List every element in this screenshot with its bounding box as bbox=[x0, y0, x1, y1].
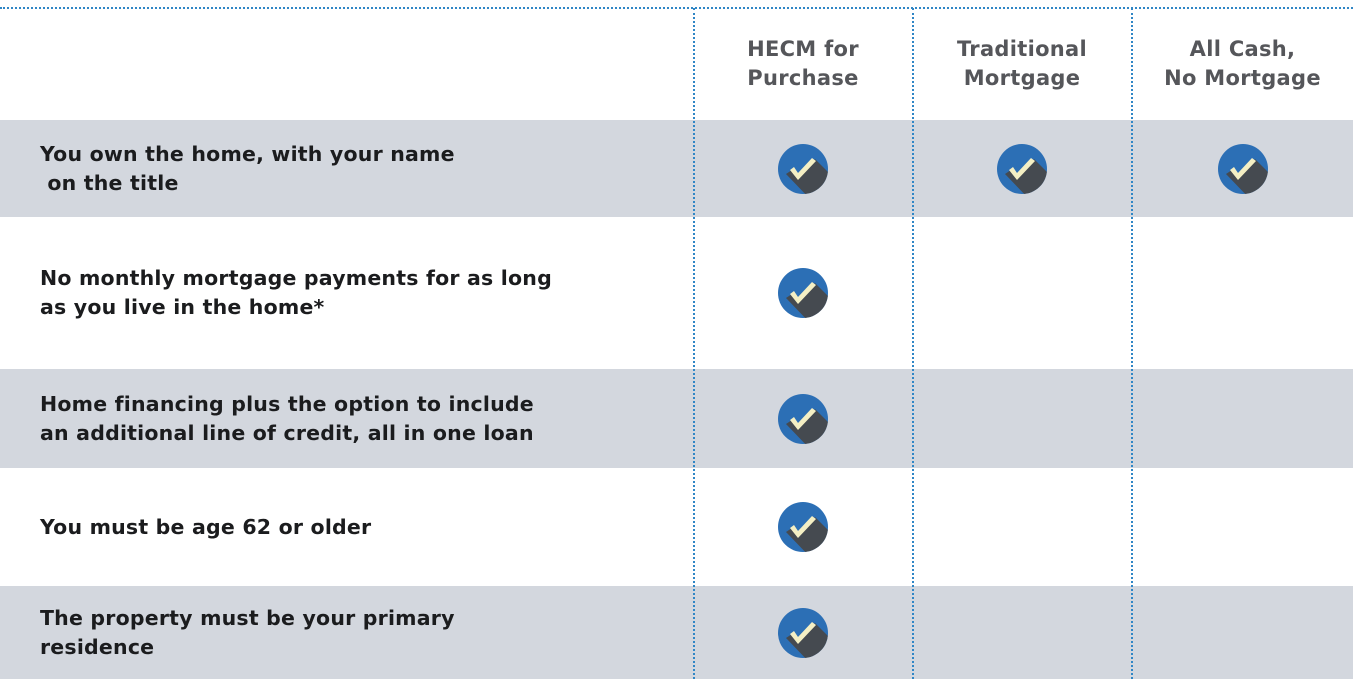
table-row: No monthly mortgage payments for as long… bbox=[0, 217, 1353, 369]
row-label: You own the home, with your name on the … bbox=[40, 141, 455, 195]
row-label: The property must be your primary reside… bbox=[40, 605, 455, 659]
table-row: You own the home, with your name on the … bbox=[0, 120, 1353, 217]
check-icon bbox=[1217, 143, 1268, 194]
row-label: Home financing plus the option to includ… bbox=[40, 391, 534, 445]
cell-all-cash bbox=[1132, 468, 1353, 586]
row-label: No monthly mortgage payments for as long… bbox=[40, 266, 552, 319]
column-header-all-cash: All Cash, No Mortgage bbox=[1164, 37, 1321, 90]
cell-all-cash bbox=[1132, 120, 1353, 217]
cell-traditional bbox=[913, 468, 1131, 586]
table-row: The property must be your primary reside… bbox=[0, 586, 1353, 679]
table-row: You must be age 62 or older bbox=[0, 468, 1353, 586]
cell-all-cash bbox=[1132, 217, 1353, 369]
cell-hecm bbox=[694, 468, 912, 586]
column-divider bbox=[693, 8, 695, 679]
check-icon bbox=[778, 607, 828, 658]
column-divider bbox=[1131, 8, 1133, 679]
cell-hecm bbox=[694, 369, 912, 468]
table-header: HECM for Purchase Traditional Mortgage A… bbox=[0, 8, 1353, 120]
cell-all-cash bbox=[1132, 369, 1353, 468]
cell-hecm bbox=[694, 217, 912, 369]
cell-hecm bbox=[694, 586, 912, 679]
cell-traditional bbox=[913, 120, 1131, 217]
cell-all-cash bbox=[1132, 586, 1353, 679]
check-icon bbox=[778, 393, 828, 444]
column-header-hecm: HECM for Purchase bbox=[747, 37, 859, 90]
check-icon bbox=[997, 143, 1047, 194]
comparison-table: HECM for Purchase Traditional Mortgage A… bbox=[0, 0, 1353, 679]
column-divider bbox=[912, 8, 914, 679]
cell-traditional bbox=[913, 369, 1131, 468]
cell-traditional bbox=[913, 217, 1131, 369]
check-icon bbox=[778, 268, 828, 318]
cell-hecm bbox=[694, 120, 912, 217]
check-icon bbox=[778, 143, 828, 194]
table-row: Home financing plus the option to includ… bbox=[0, 369, 1353, 468]
row-label: You must be age 62 or older bbox=[40, 514, 372, 539]
column-header-traditional: Traditional Mortgage bbox=[956, 37, 1088, 90]
cell-traditional bbox=[913, 586, 1131, 679]
check-icon bbox=[778, 502, 828, 552]
